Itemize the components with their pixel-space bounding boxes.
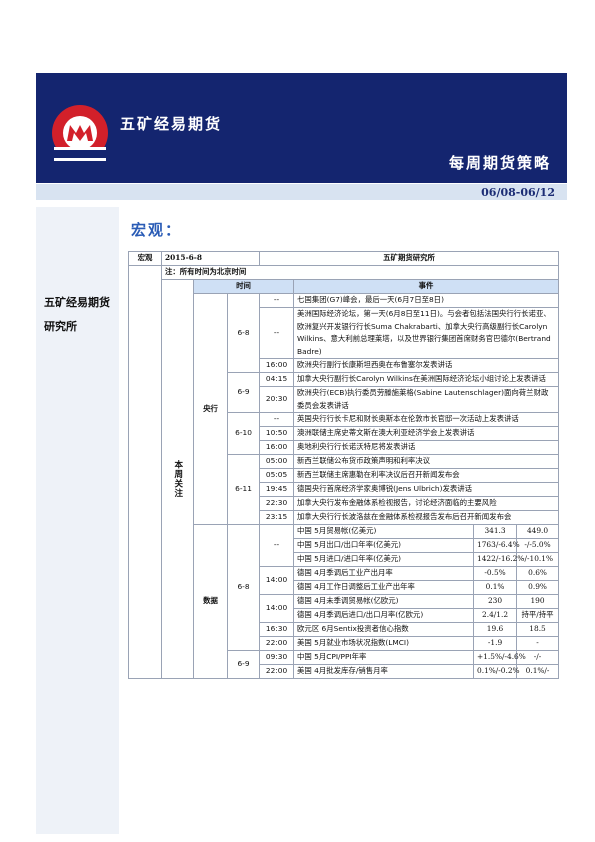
sidebar-org-line2: 研究所	[44, 320, 77, 333]
forecast-cell: -/-10.1%	[516, 552, 560, 567]
time-cell: 16:00	[259, 358, 295, 373]
group-data: 数据	[193, 524, 228, 679]
forecast-cell: 0.9%	[516, 580, 560, 595]
prev-cell: +1.5%/-4.6%	[473, 650, 526, 665]
event-cell: 德国 4月季调后工业产出月率	[293, 566, 475, 581]
forecast-cell: -/-5.0%	[516, 538, 560, 553]
time-cell: 20:30	[259, 386, 295, 413]
day-cell: 6-8	[226, 524, 261, 651]
table-note: 注：所有时间为北京时间	[160, 265, 560, 280]
prev-cell: 1422/-16.2%	[473, 552, 524, 567]
col-tag: 宏观	[128, 251, 162, 266]
report-name: 每周期货策略	[448, 154, 551, 172]
event-cell: 德国 4月季调后进口/出口月率(亿欧元)	[293, 608, 475, 623]
event-cell: 德国 4月未季调贸易帐(亿欧元)	[293, 594, 475, 609]
event-cell: 新西兰联储主席惠勒在利率决议后召开新闻发布会	[293, 468, 560, 483]
time-cell: --	[259, 412, 295, 427]
macro-calendar-table: 宏观 2015-6-8 五矿期货研究所 注：所有时间为北京时间 本周关注 时间 …	[128, 251, 560, 679]
time-cell: 22:30	[259, 496, 295, 511]
day-cell: 6-8	[226, 293, 261, 373]
event-cell: 加拿大央行发布金融体系检视报告，讨论经济面临的主要风险	[293, 496, 560, 511]
table-source: 五矿期货研究所	[259, 251, 560, 266]
time-cell: --	[259, 307, 295, 359]
prev-cell: -0.5%	[473, 566, 518, 581]
event-cell: 加拿大央行副行长Carolyn Wilkins在美洲国际经济论坛小组讨论上发表讲…	[293, 372, 560, 387]
table-header-row: 宏观 2015-6-8 五矿期货研究所	[128, 251, 560, 266]
event-cell: 澳洲联储主席史蒂文斯在澳大利亚经济学会上发表讲话	[293, 426, 560, 441]
event-cell: 美国 5月就业市场状况指数(LMCI)	[293, 636, 475, 651]
day-cell: 6-9	[226, 372, 261, 413]
event-cell: 美国 4月批发库存/销售月率	[293, 664, 475, 679]
time-cell: 22:00	[259, 636, 295, 651]
prev-cell: 0.1%	[473, 580, 518, 595]
prev-cell: 341.3	[473, 524, 518, 539]
th-event: 事件	[293, 279, 560, 294]
event-cell: 德国 4月工作日调整后工业产出年率	[293, 580, 475, 595]
time-cell: 05:05	[259, 468, 295, 483]
time-cell: 10:50	[259, 426, 295, 441]
side-label: 本周关注	[161, 279, 194, 679]
event-cell: 加拿大央行行长波洛兹在金融体系检视报告发布后召开新闻发布会	[293, 510, 560, 525]
forecast-cell: 0.1%/-	[516, 664, 560, 679]
event-cell: 七国集团(G7)峰会，最后一天(6月7日至8日)	[293, 293, 560, 308]
event-cell: 德国央行首席经济学家奥博锐(Jens Ulbrich)发表讲话	[293, 482, 560, 497]
sidebar: 五矿经易期货 研究所	[36, 207, 119, 834]
prev-cell: 230	[473, 594, 518, 609]
brand-name: 五矿经易期货	[120, 115, 223, 133]
time-cell: 05:00	[259, 454, 295, 469]
sidebar-org: 五矿经易期货 研究所	[44, 291, 114, 339]
forecast-cell: -	[516, 636, 560, 651]
time-cell: 19:45	[259, 482, 295, 497]
prev-cell: 0.1%/-0.2%	[473, 664, 520, 679]
day-cell: 6-10	[226, 412, 261, 455]
table-note-row: 注：所有时间为北京时间	[128, 265, 560, 679]
date-bar: 06/08-06/12	[36, 184, 567, 200]
time-cell: 14:00	[259, 566, 295, 595]
forecast-cell: 持平/持平	[516, 608, 560, 623]
time-cell: 22:00	[259, 664, 295, 679]
left-margin-cell	[128, 265, 162, 679]
table-subheader-row: 本周关注 时间 事件	[128, 279, 560, 679]
prev-cell: 2.4/1.2	[473, 608, 518, 623]
event-cell: 中国 5月出口/出口年率(亿美元)	[293, 538, 475, 553]
date-range: 06/08-06/12	[481, 186, 555, 199]
section-title: 宏观：	[131, 221, 183, 239]
event-cell: 中国 5月贸易帐(亿美元)	[293, 524, 475, 539]
event-cell: 欧元区 6月Sentix投资者信心指数	[293, 622, 475, 637]
prev-cell: -1.9	[473, 636, 518, 651]
group-central-bank: 央行	[193, 293, 228, 525]
time-cell: 23:15	[259, 510, 295, 525]
day-cell: 6-9	[226, 650, 261, 679]
time-cell: 16:00	[259, 440, 295, 455]
event-cell: 英国央行行长卡尼和财长奥斯本在伦敦市长官邸一次活动上发表讲话	[293, 412, 560, 427]
table-row: 央行 6-8 -- 七国集团(G7)峰会，最后一天(6月7日至8日)	[129, 293, 560, 525]
event-cell: 美洲国际经济论坛，第一天(6月8日至11日)。与会者包括法国央行行长诺亚、欧洲复…	[293, 307, 560, 359]
forecast-cell: 18.5	[516, 622, 560, 637]
time-cell: 04:15	[259, 372, 295, 387]
prev-cell: 19.6	[473, 622, 518, 637]
forecast-cell: 0.6%	[516, 566, 560, 581]
time-cell: 09:30	[259, 650, 295, 665]
event-cell: 中国 5月进口/进口年率(亿美元)	[293, 552, 475, 567]
table-row: 数据 6-8 -- 中国 5月贸易帐(亿美元) 341.3 449.0	[129, 524, 560, 679]
forecast-cell: 449.0	[516, 524, 560, 539]
time-cell: --	[259, 524, 295, 567]
minmetals-logo-icon	[52, 105, 108, 161]
event-cell: 欧洲央行副行长康斯坦西奥在布鲁塞尔发表讲话	[293, 358, 560, 373]
day-cell: 6-11	[226, 454, 261, 525]
event-cell: 欧洲央行(ECB)执行委员劳滕施莱格(Sabine Lautenschlager…	[293, 386, 560, 413]
time-cell: 14:00	[259, 594, 295, 623]
table-date: 2015-6-8	[160, 251, 261, 266]
time-cell: --	[259, 293, 295, 308]
sidebar-org-line1: 五矿经易期货	[44, 296, 110, 309]
event-cell: 中国 5月CPI/PPI年率	[293, 650, 475, 665]
event-cell: 奥地利央行行长诺沃特尼将发表讲话	[293, 440, 560, 455]
forecast-cell: 190	[516, 594, 560, 609]
event-cell: 新西兰联储公布货币政策声明和利率决议	[293, 454, 560, 469]
time-cell: 16:30	[259, 622, 295, 637]
th-time: 时间	[192, 279, 295, 294]
prev-cell: 1763/-6.4%	[473, 538, 520, 553]
